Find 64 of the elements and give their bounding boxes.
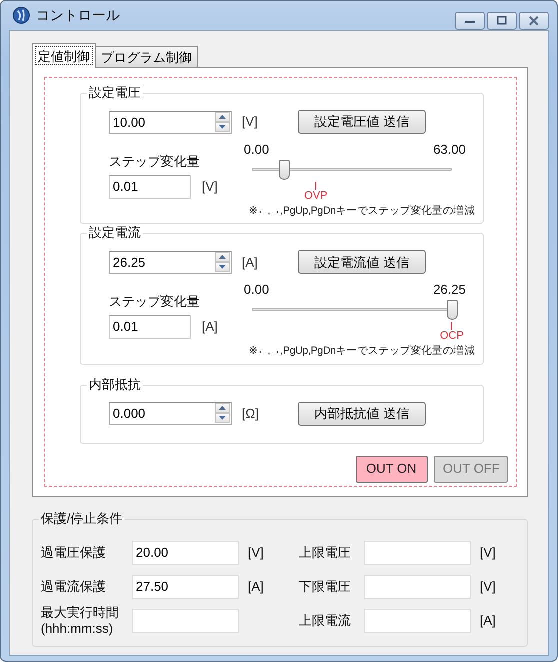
- group-title: 保護/停止条件: [39, 510, 125, 526]
- text-field[interactable]: [364, 608, 471, 632]
- down-arrow-icon: [219, 124, 226, 128]
- spin-up-button[interactable]: [215, 112, 230, 122]
- step-label: ステップ変化量: [109, 153, 201, 171]
- unit-label: [A]: [247, 578, 265, 596]
- unit-label: [V]: [247, 544, 265, 562]
- down-arrow-icon: [219, 264, 226, 269]
- up-arrow-icon: [219, 254, 226, 259]
- minimize-button[interactable]: [455, 12, 485, 30]
- step-label: ステップ変化量: [109, 293, 201, 312]
- spin-down-button[interactable]: [215, 122, 230, 132]
- up-arrow-icon: [219, 114, 226, 118]
- app-icon: [13, 7, 30, 24]
- spin-up-button[interactable]: [215, 403, 230, 413]
- unit-label: [A]: [202, 318, 218, 336]
- send-button[interactable]: 内部抵抗値 送信: [298, 402, 426, 426]
- text-field[interactable]: [364, 574, 471, 598]
- text-field[interactable]: [364, 540, 471, 564]
- unit-label: [V]: [479, 544, 497, 562]
- tab[interactable]: 定値制御: [32, 43, 96, 68]
- field-label: 上限電圧: [299, 544, 352, 560]
- slider-thumb[interactable]: [279, 160, 290, 180]
- unit-label: [V]: [479, 578, 497, 596]
- unit-label: [Ω]: [242, 404, 260, 423]
- spin-up-button[interactable]: [215, 252, 230, 262]
- send-button[interactable]: 設定電圧値 送信: [298, 110, 426, 134]
- tab[interactable]: プログラム制御: [95, 46, 198, 68]
- unit-label: [V]: [202, 178, 218, 196]
- slider-thumb[interactable]: [447, 300, 458, 320]
- group-title: 設定電流: [87, 225, 143, 242]
- close-icon: [528, 16, 540, 26]
- slider-min-label: 0.00: [244, 141, 270, 159]
- group-title: 設定電圧: [87, 85, 143, 101]
- slider-min-label: 0.00: [244, 281, 270, 300]
- step-field[interactable]: 0.01: [109, 314, 191, 339]
- hint-text: ※←,→,PgUp,PgDnキーでステップ変化量の増減: [248, 344, 476, 359]
- group-title: 内部抵抗: [87, 376, 143, 392]
- field-label: 最大実行時間 (hhh:mm:ss): [41, 604, 120, 636]
- text-field[interactable]: 20.00: [132, 540, 239, 564]
- send-button[interactable]: 設定電流値 送信: [298, 250, 426, 274]
- slider-max-label: 26.25: [433, 281, 466, 300]
- window-title: コントロール: [36, 6, 120, 25]
- field-label: 下限電圧: [299, 578, 352, 594]
- field-label: 過電流保護: [41, 578, 107, 594]
- minimize-icon: [464, 18, 476, 24]
- slider-max-label: 63.00: [433, 141, 466, 159]
- spin-down-button[interactable]: [215, 262, 230, 272]
- unit-label: [A]: [242, 254, 259, 272]
- step-field[interactable]: 0.01: [109, 174, 191, 198]
- unit-label: [V]: [242, 113, 259, 132]
- unit-label: [A]: [479, 612, 497, 630]
- field-label: 過電圧保護: [41, 544, 107, 560]
- maximize-icon: [496, 16, 508, 26]
- maximize-button[interactable]: [487, 12, 517, 30]
- close-button[interactable]: [519, 12, 549, 30]
- spin-down-button[interactable]: [215, 413, 230, 423]
- field-label: 上限電流: [299, 612, 352, 628]
- down-arrow-icon: [219, 416, 226, 420]
- output-button[interactable]: OUT ON: [356, 456, 428, 482]
- hint-text: ※←,→,PgUp,PgDnキーでステップ変化量の増減: [248, 204, 476, 218]
- text-field[interactable]: [132, 608, 239, 632]
- text-field[interactable]: 27.50: [132, 574, 239, 598]
- up-arrow-icon: [219, 406, 226, 410]
